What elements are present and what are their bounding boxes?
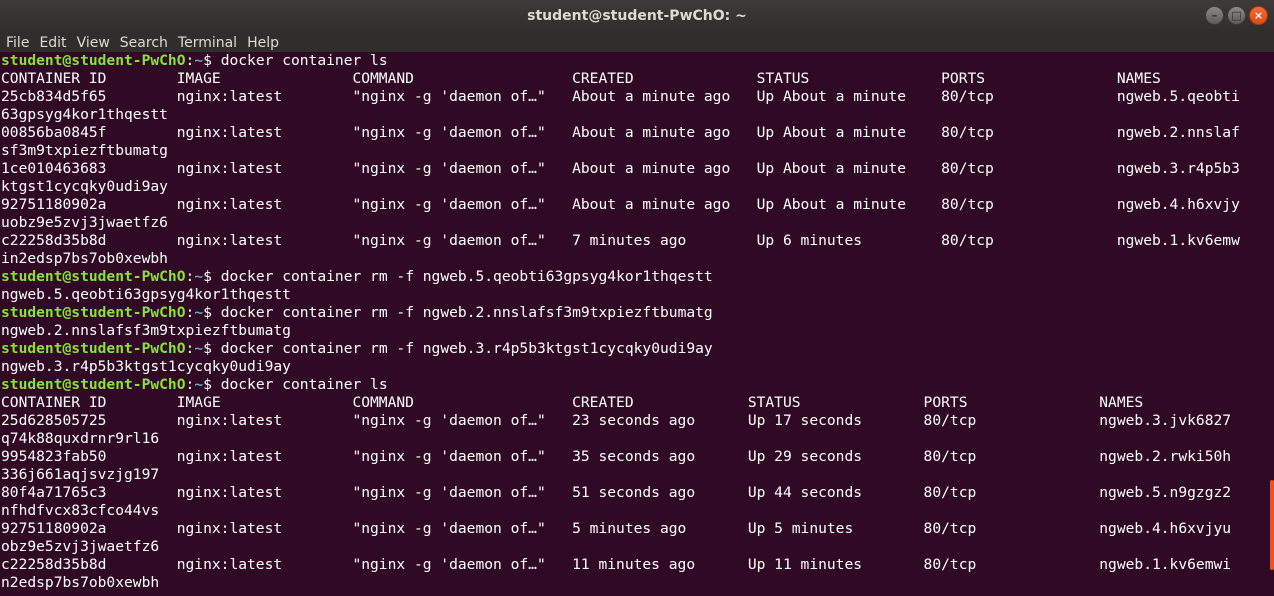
output-line: n2edsp7bs7ob0xewbh [1, 574, 160, 591]
prompt-line: student@student-PwChO:~$ docker containe… [0, 376, 1274, 394]
prompt-dollar: $ [203, 304, 221, 321]
command-text: docker container ls [220, 52, 388, 69]
output-line: uobz9e5zvj3jwaetfz6 [1, 214, 168, 231]
prompt-path: ~ [194, 340, 204, 357]
output-line: 336j661aqjsvzjg197 [1, 466, 160, 483]
prompt-path: ~ [194, 376, 204, 393]
output-line: ngweb.3.r4p5b3ktgst1cycqky0udi9ay [1, 358, 291, 375]
output-line: q74k88quxdrnr9rl16 [1, 430, 160, 447]
prompt-separator: : [185, 52, 195, 69]
prompt-line: student@student-PwChO:~$ docker containe… [0, 52, 1274, 70]
prompt-path: ~ [194, 268, 204, 285]
menu-file[interactable]: File [6, 35, 29, 51]
prompt-dollar: $ [203, 340, 221, 357]
output-line: 63gpsyg4kor1thqestt [1, 106, 168, 123]
title-bar[interactable]: student@student-PwChO: ~ – □ × [0, 0, 1274, 32]
prompt-separator: : [185, 340, 195, 357]
terminal-output[interactable]: student@student-PwChO:~$ docker containe… [0, 52, 1274, 596]
output-line: 00856ba0845f nginx:latest "nginx -g 'dae… [1, 124, 1240, 141]
window-title: student@student-PwChO: ~ [527, 8, 747, 24]
terminal-window: student@student-PwChO: ~ – □ × File Edit… [0, 0, 1274, 596]
output-line: in2edsp7bs7ob0xewbh [1, 250, 168, 267]
prompt-user-host: student@student-PwChO [1, 340, 186, 357]
output-line: c22258d35b8d nginx:latest "nginx -g 'dae… [1, 232, 1240, 249]
output-line: 80f4a71765c3 nginx:latest "nginx -g 'dae… [1, 484, 1232, 501]
prompt-path: ~ [194, 304, 204, 321]
command-text: docker container ls [220, 376, 388, 393]
window-controls: – □ × [1205, 6, 1268, 25]
output-line: c22258d35b8d nginx:latest "nginx -g 'dae… [1, 556, 1232, 573]
command-text: docker container rm -f ngweb.2.nnslafsf3… [220, 304, 713, 321]
prompt-path: ~ [194, 52, 204, 69]
prompt-dollar: $ [203, 52, 221, 69]
menu-bar: File Edit View Search Terminal Help [0, 32, 1274, 54]
output-line: 25d628505725 nginx:latest "nginx -g 'dae… [1, 412, 1232, 429]
prompt-line: student@student-PwChO:~$ docker containe… [0, 304, 1274, 322]
output-line: ngweb.5.qeobti63gpsyg4kor1thqestt [1, 286, 291, 303]
prompt-user-host: student@student-PwChO [1, 52, 186, 69]
maximize-button[interactable]: □ [1227, 6, 1246, 25]
scrollbar-thumb[interactable] [1270, 480, 1274, 570]
terminal-lines: student@student-PwChO:~$ docker containe… [0, 52, 1274, 592]
prompt-user-host: student@student-PwChO [1, 376, 186, 393]
menu-edit[interactable]: Edit [39, 35, 66, 51]
output-line: nfhdfvcx83cfco44vs [1, 502, 160, 519]
prompt-user-host: student@student-PwChO [1, 304, 186, 321]
prompt-user-host: student@student-PwChO [1, 268, 186, 285]
prompt-line: student@student-PwChO:~$ docker containe… [0, 340, 1274, 358]
close-button[interactable]: × [1249, 6, 1268, 25]
command-text: docker container rm -f ngweb.3.r4p5b3ktg… [220, 340, 713, 357]
output-line: 25cb834d5f65 nginx:latest "nginx -g 'dae… [1, 88, 1240, 105]
output-line: sf3m9txpiezftbumatg [1, 142, 168, 159]
prompt-dollar: $ [203, 268, 221, 285]
prompt-separator: : [185, 304, 195, 321]
menu-view[interactable]: View [77, 35, 110, 51]
output-line: 92751180902a nginx:latest "nginx -g 'dae… [1, 520, 1232, 537]
prompt-dollar: $ [203, 376, 221, 393]
output-line: CONTAINER ID IMAGE COMMAND CREATED STATU… [1, 70, 1161, 87]
command-text: docker container rm -f ngweb.5.qeobti63g… [220, 268, 713, 285]
output-line: 9954823fab50 nginx:latest "nginx -g 'dae… [1, 448, 1232, 465]
prompt-line: student@student-PwChO:~$ docker containe… [0, 268, 1274, 286]
menu-terminal[interactable]: Terminal [178, 35, 237, 51]
prompt-separator: : [185, 376, 195, 393]
output-line: ngweb.2.nnslafsf3m9txpiezftbumatg [1, 322, 291, 339]
output-line: ktgst1cycqky0udi9ay [1, 178, 168, 195]
menu-search[interactable]: Search [120, 35, 168, 51]
prompt-separator: : [185, 268, 195, 285]
minimize-button[interactable]: – [1205, 6, 1224, 25]
output-line: 92751180902a nginx:latest "nginx -g 'dae… [1, 196, 1240, 213]
output-line: CONTAINER ID IMAGE COMMAND CREATED STATU… [1, 394, 1144, 411]
output-line: obz9e5zvj3jwaetfz6 [1, 538, 160, 555]
menu-help[interactable]: Help [247, 35, 279, 51]
output-line: 1ce010463683 nginx:latest "nginx -g 'dae… [1, 160, 1240, 177]
